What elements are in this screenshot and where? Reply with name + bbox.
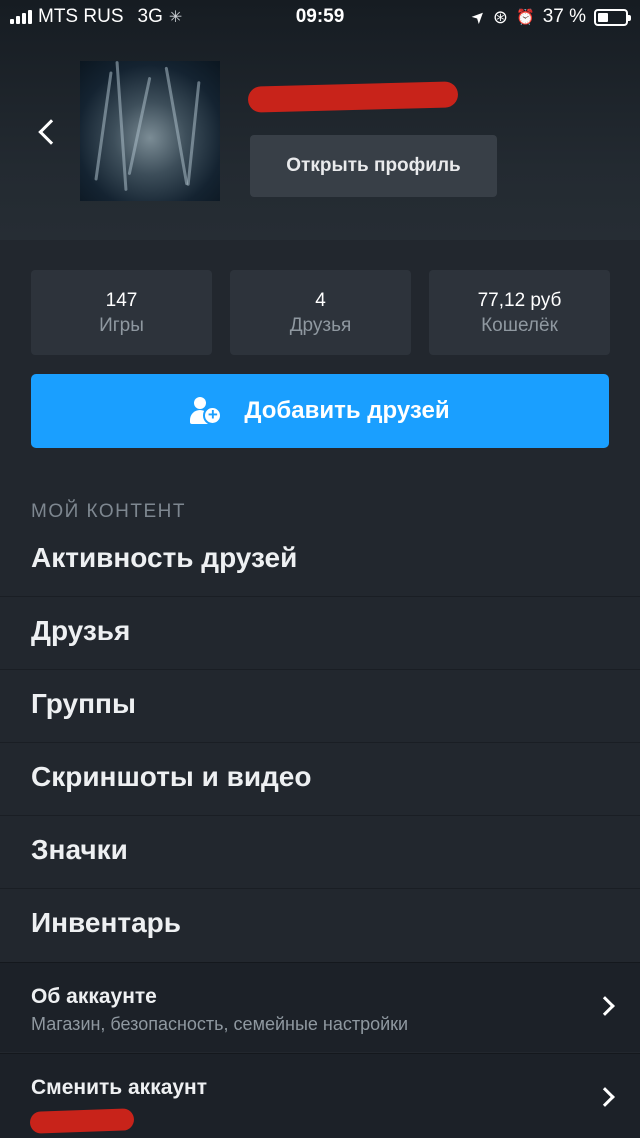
stat-games[interactable]: 147 Игры (31, 270, 212, 355)
menu-item-label: Значки (31, 834, 128, 865)
menu-item-screenshots-videos[interactable]: Скриншоты и видео (0, 743, 640, 816)
menu-item-badges[interactable]: Значки (0, 816, 640, 889)
orientation-lock-icon: ⊛ (492, 6, 508, 27)
stats-area: 147 Игры 4 Друзья 77,12 руб Кошелёк + До… (0, 240, 640, 480)
chevron-right-icon (595, 996, 615, 1016)
stat-label: Игры (99, 315, 144, 336)
stat-label: Кошелёк (481, 315, 558, 336)
stat-friends[interactable]: 4 Друзья (230, 270, 411, 355)
account-details-description: Магазин, безопасность, семейные настройк… (31, 1014, 409, 1034)
account-details-row[interactable]: Об аккаунте Магазин, безопасность, семей… (0, 962, 640, 1052)
account-details-title: Об аккаунте (31, 985, 157, 1008)
menu-item-friends[interactable]: Друзья (0, 597, 640, 670)
alarm-icon: ⏰ (516, 9, 535, 26)
status-bar: MTS RUS 3G ✳ 09:59 ➤ ⊛ ⏰ 37 % (0, 0, 640, 34)
profile-header: Открыть профиль (0, 0, 640, 240)
menu-item-label: Друзья (31, 615, 131, 646)
menu-item-groups[interactable]: Группы (0, 670, 640, 743)
battery-icon (594, 8, 631, 26)
battery-level (598, 12, 608, 22)
my-content-section: МОЙ КОНТЕНТ Активность друзей Друзья Гру… (0, 480, 640, 1138)
open-profile-button[interactable]: Открыть профиль (250, 135, 497, 197)
menu-item-label: Группы (31, 688, 136, 719)
stat-value: 77,12 руб (477, 290, 562, 311)
redacted-username (247, 81, 459, 113)
menu-item-label: Инвентарь (31, 907, 181, 938)
menu-item-label: Скриншоты и видео (31, 761, 312, 792)
add-friends-button[interactable]: + Добавить друзей (31, 374, 609, 448)
battery-percent: 37 % (542, 6, 586, 27)
stat-label: Друзья (289, 315, 352, 336)
chevron-right-icon (595, 1087, 615, 1107)
switch-account-row[interactable]: Сменить аккаунт (0, 1053, 640, 1138)
add-friends-label: Добавить друзей (244, 397, 450, 424)
stat-value: 147 (105, 290, 138, 311)
add-user-icon: + (190, 397, 223, 425)
menu-item-friends-activity[interactable]: Активность друзей (0, 524, 640, 597)
stat-wallet[interactable]: 77,12 руб Кошелёк (429, 270, 610, 355)
section-title: МОЙ КОНТЕНТ (31, 501, 187, 522)
chevron-left-icon (38, 119, 64, 145)
switch-account-title: Сменить аккаунт (31, 1076, 208, 1099)
menu-item-inventory[interactable]: Инвентарь (0, 889, 640, 962)
menu-item-label: Активность друзей (31, 542, 298, 573)
avatar[interactable] (80, 61, 220, 201)
redacted-account-name (29, 1108, 135, 1134)
back-button[interactable] (32, 112, 64, 152)
stat-value: 4 (315, 290, 326, 311)
